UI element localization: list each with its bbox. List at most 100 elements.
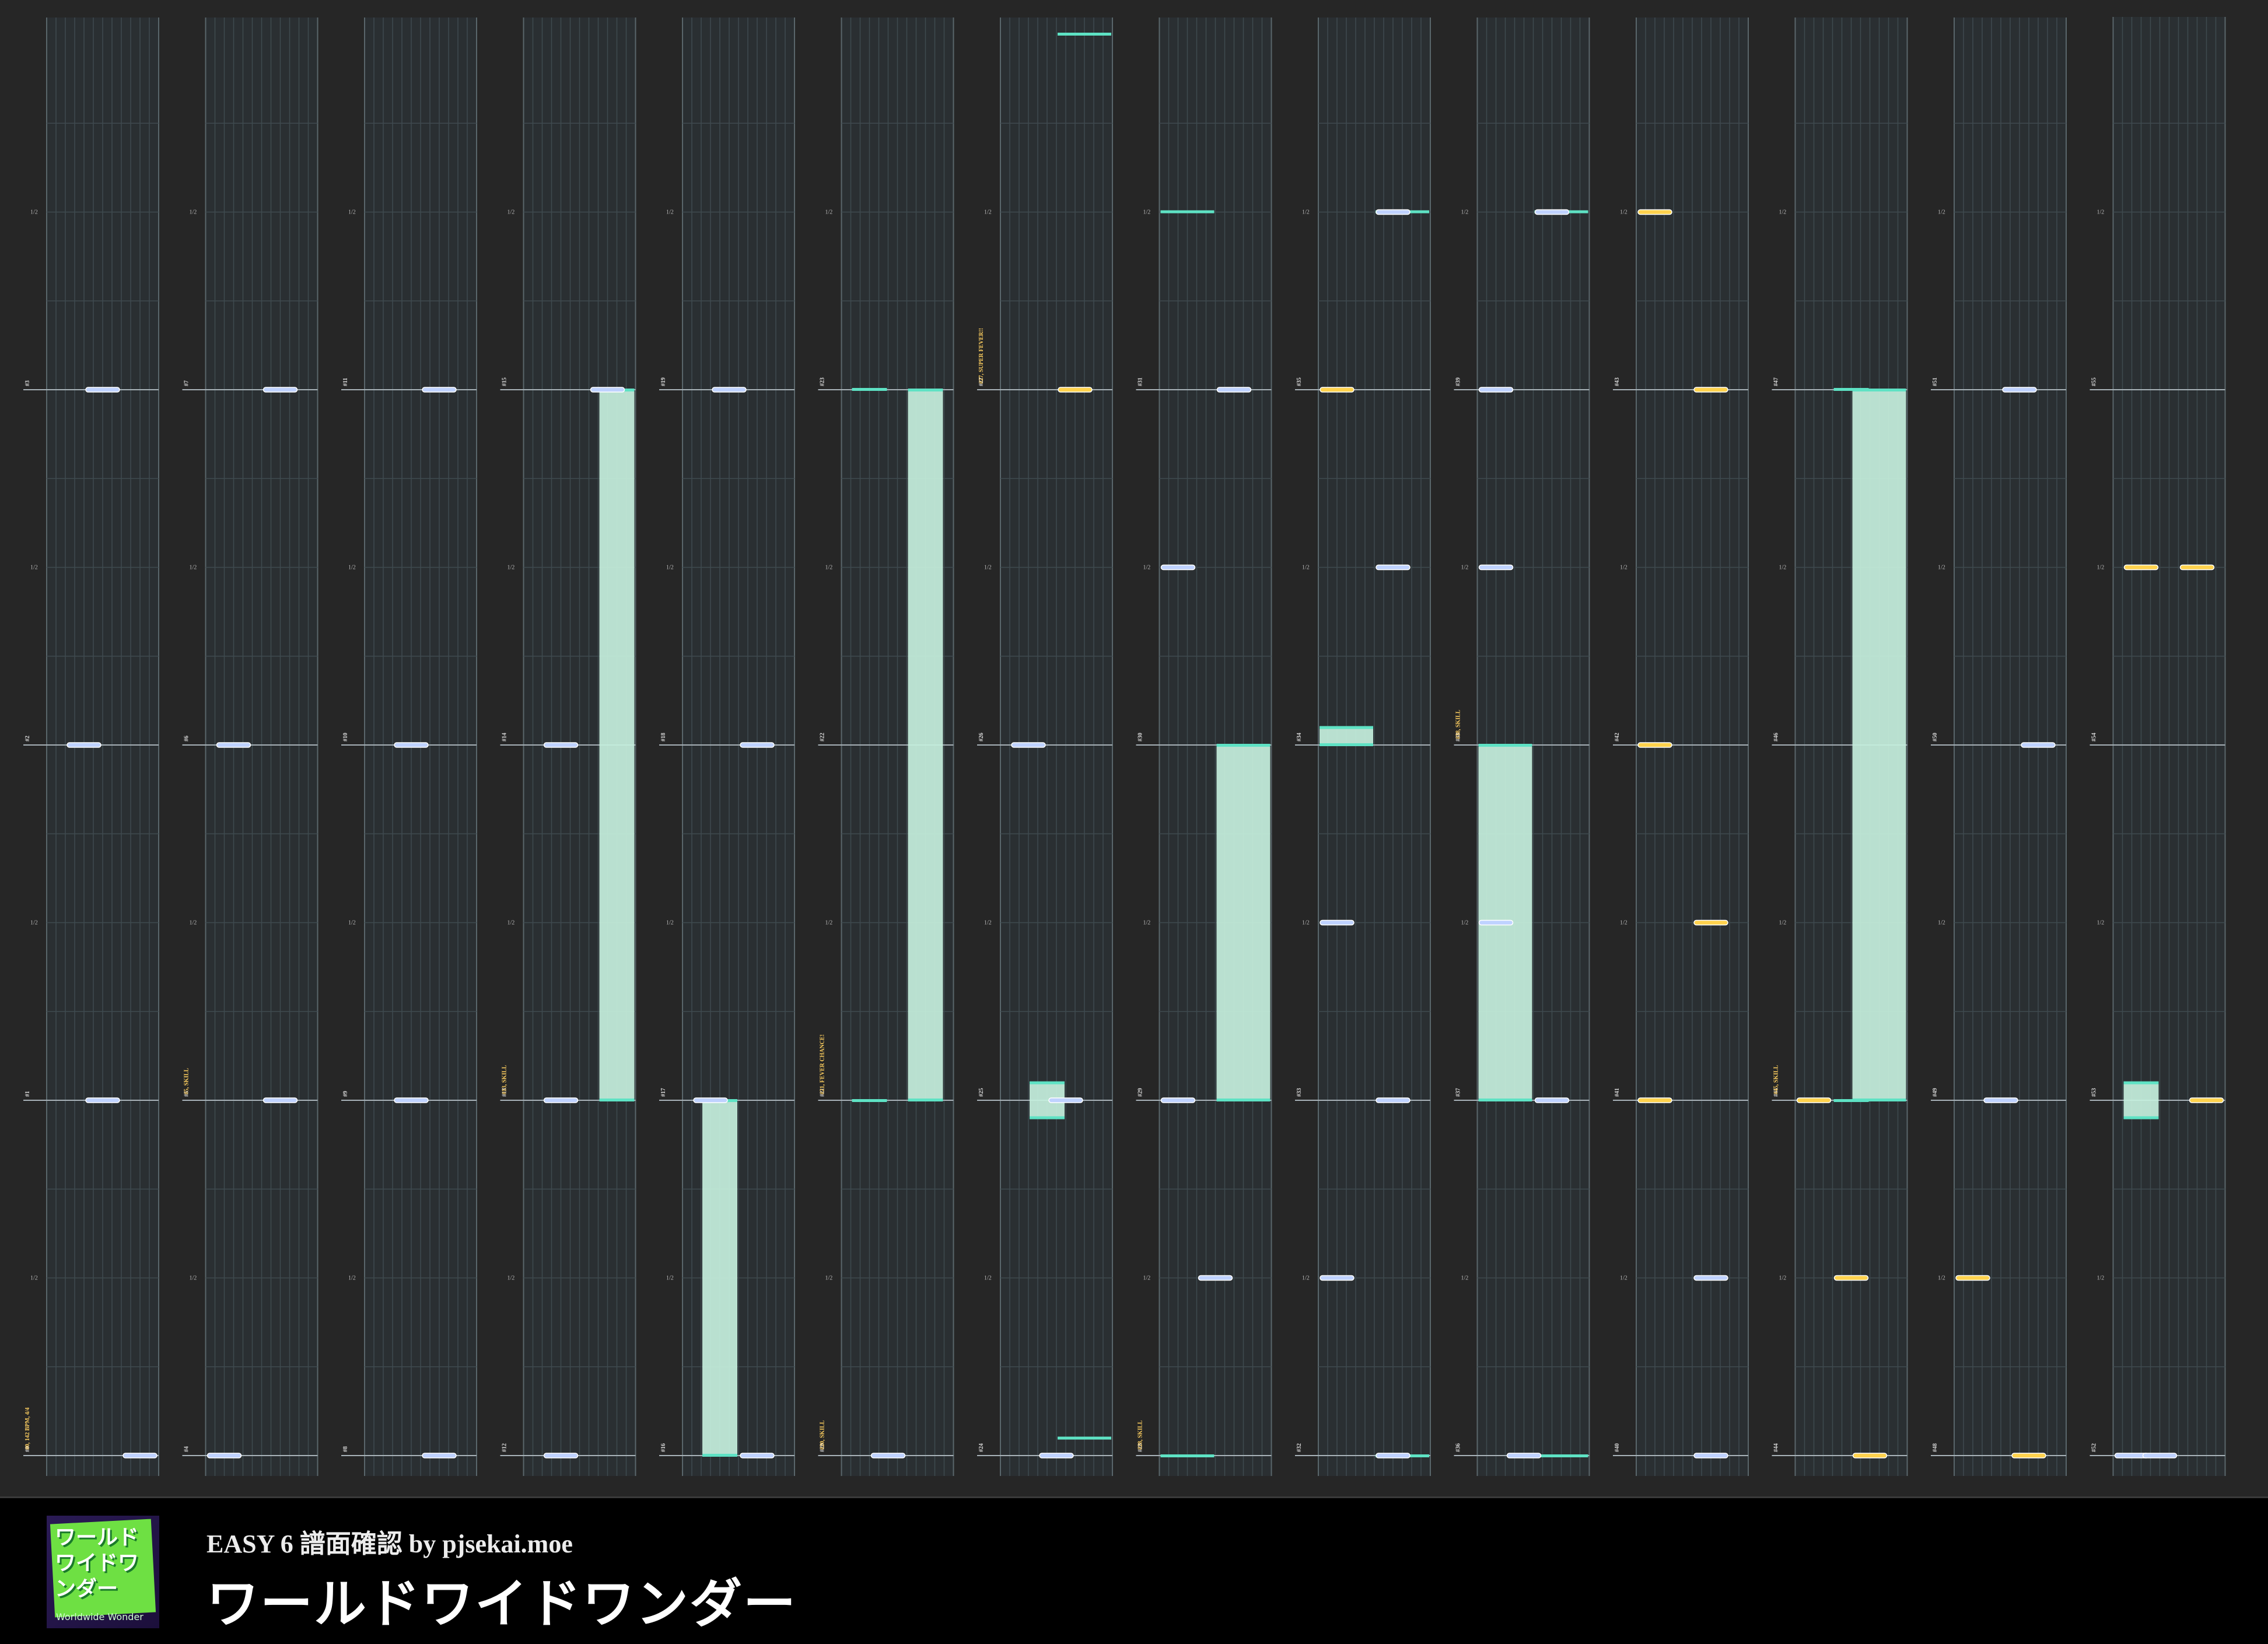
- measure-label: #11: [342, 378, 349, 386]
- half-bar-label: 1/2: [30, 920, 38, 926]
- hold-end: [1030, 1081, 1065, 1085]
- cover-art-text: ワールドワイドワンダー: [55, 1526, 139, 1601]
- tap-note: [1216, 387, 1252, 393]
- tap-note: [1506, 1453, 1542, 1458]
- flick-note: [1058, 387, 1093, 393]
- tap-note: [1534, 209, 1570, 215]
- hold-start: [1320, 743, 1373, 746]
- tap-note: [1534, 1097, 1570, 1103]
- half-bar-label: 1/2: [348, 565, 356, 571]
- flick-note: [1796, 1097, 1832, 1103]
- tap-note: [394, 742, 429, 748]
- tap-note: [262, 387, 298, 393]
- half-bar-label: 1/2: [1620, 209, 1628, 216]
- measure-label: #24: [978, 1443, 985, 1452]
- tap-note: [1693, 1453, 1728, 1458]
- half-bar-label: 1/2: [190, 1275, 197, 1282]
- measure-label: #30: [1138, 733, 1144, 741]
- half-bar-label: 1/2: [348, 1275, 356, 1282]
- half-bar-label: 1/2: [1461, 1275, 1469, 1282]
- measure-label: #40: [1614, 1443, 1620, 1452]
- hold-start: [908, 1099, 943, 1101]
- measure-label: #6: [184, 736, 190, 741]
- measure-label: #2: [24, 736, 31, 741]
- tap-note: [394, 1097, 429, 1103]
- flick-note: [1693, 919, 1728, 926]
- tap-note: [1376, 209, 1410, 215]
- tap-note: [1376, 1453, 1410, 1458]
- measure-label: #55: [2091, 377, 2098, 386]
- half-bar-label: 1/2: [508, 920, 515, 926]
- flick-note: [1637, 742, 1672, 748]
- half-bar-label: 1/2: [1143, 1275, 1151, 1282]
- half-bar-label: 1/2: [30, 1275, 38, 1282]
- measure-label: #3: [24, 380, 31, 386]
- tap-note: [543, 742, 579, 748]
- measure-label: #22: [820, 733, 826, 741]
- tap-note: [1478, 919, 1514, 926]
- measure-label: #10: [342, 733, 349, 741]
- measure-label: #12: [502, 1443, 508, 1452]
- tap-note: [740, 742, 775, 748]
- half-bar-label: 1/2: [666, 920, 674, 926]
- half-bar-label: 1/2: [1938, 565, 1945, 571]
- hold-note: [1852, 390, 1906, 1100]
- half-bar-label: 1/2: [2097, 209, 2105, 216]
- half-bar-label: 1/2: [2097, 1275, 2105, 1282]
- flick-note: [1955, 1275, 1990, 1281]
- hold-note: [2123, 1082, 2159, 1118]
- hold-end: [852, 1099, 887, 1102]
- tap-note: [1160, 1097, 1196, 1103]
- tap-note: [543, 1097, 579, 1103]
- hold-end: [2123, 1081, 2159, 1085]
- measure-label: #39: [1455, 377, 1462, 386]
- measure-label: #41: [1614, 1088, 1620, 1097]
- hold-start: [1478, 1099, 1532, 1101]
- half-bar-label: 1/2: [666, 565, 674, 571]
- flick-note: [1637, 1097, 1672, 1103]
- hold-start: [599, 1099, 635, 1101]
- half-bar-label: 1/2: [1620, 920, 1628, 926]
- half-bar-label: 1/2: [1620, 1275, 1628, 1282]
- hold-note: [1216, 745, 1270, 1100]
- cover-art-subtext: Worldwide Wonder: [56, 1611, 144, 1622]
- half-bar-label: 1/2: [508, 209, 515, 216]
- tap-note: [262, 1097, 298, 1103]
- footer: ワールドワイドワンダー Worldwide Wonder EASY 6 譜面確認…: [0, 1496, 2268, 1644]
- tap-note: [1011, 742, 1046, 748]
- hold-end: [1160, 1454, 1214, 1457]
- hold-start: [1030, 1116, 1065, 1120]
- hold-start: [702, 1454, 737, 1457]
- tap-note: [693, 1097, 728, 1103]
- half-bar-label: 1/2: [1938, 920, 1945, 926]
- hold-end: [1833, 1099, 1869, 1102]
- tap-note: [1320, 919, 1354, 926]
- measure-label: #33: [1296, 1088, 1303, 1097]
- half-bar-label: 1/2: [1779, 920, 1787, 926]
- flick-note: [1320, 387, 1354, 393]
- event-label: #21, FEVER CHANCE!: [820, 1034, 826, 1094]
- half-bar-label: 1/2: [825, 920, 833, 926]
- measure-label: #52: [2091, 1443, 2098, 1452]
- event-label: #27, SUPER FEVER!!: [978, 328, 985, 384]
- event-label: #28, SKILL: [1138, 1420, 1144, 1450]
- half-bar-label: 1/2: [2097, 920, 2105, 926]
- half-bar-label: 1/2: [1461, 209, 1469, 216]
- tap-note: [1039, 1453, 1074, 1458]
- tap-note: [712, 387, 747, 393]
- half-bar-label: 1/2: [1620, 565, 1628, 571]
- hold-end: [1534, 1454, 1588, 1457]
- cover-art: ワールドワイドワンダー Worldwide Wonder: [47, 1516, 159, 1628]
- half-bar-label: 1/2: [1143, 209, 1151, 216]
- half-bar-label: 1/2: [984, 1275, 992, 1282]
- tap-note: [1048, 1097, 1083, 1103]
- half-bar-label: 1/2: [1302, 920, 1310, 926]
- measure-label: #44: [1773, 1443, 1780, 1452]
- hold-start: [852, 388, 887, 391]
- half-bar-label: 1/2: [190, 920, 197, 926]
- event-label: #5, SKILL: [184, 1068, 190, 1094]
- half-bar-label: 1/2: [825, 565, 833, 571]
- half-bar-label: 1/2: [1302, 565, 1310, 571]
- half-bar-label: 1/2: [825, 209, 833, 216]
- half-bar-label: 1/2: [825, 1275, 833, 1282]
